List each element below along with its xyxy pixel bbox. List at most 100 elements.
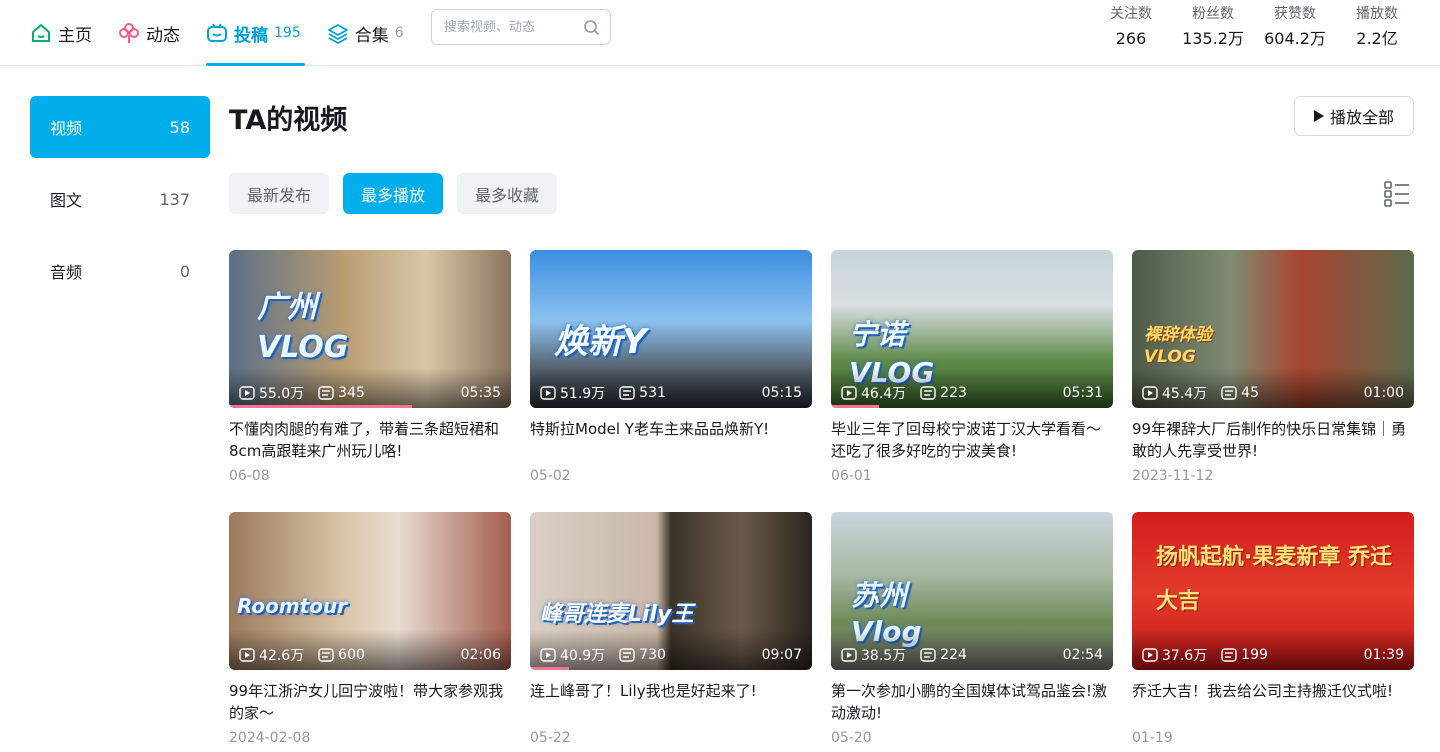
play-count-value: 37.6万 xyxy=(1162,648,1208,664)
video-card[interactable]: 扬帆起航·果麦新章 乔迁大吉 37.6万 199 01:39 乔迁大吉！我去给公… xyxy=(1132,512,1414,752)
video-duration: 09:07 xyxy=(761,647,802,663)
video-title[interactable]: 99年江浙沪女儿回宁波啦！带大家参观我的家～ xyxy=(229,680,511,724)
danmaku-icon xyxy=(1221,648,1237,662)
nav-home-label: 主页 xyxy=(58,25,92,46)
stat-followers[interactable]: 粉丝数 135.2万 xyxy=(1172,4,1254,54)
thumbnail-overlay-text: 峰哥连麦Lily王 xyxy=(540,602,694,627)
video-duration: 05:31 xyxy=(1062,385,1103,401)
search-input[interactable] xyxy=(444,19,578,35)
play-count-value: 38.5万 xyxy=(861,648,907,664)
nav-collections[interactable]: 合集 6 xyxy=(327,0,404,66)
play-count: 51.9万 xyxy=(540,383,605,403)
danmaku-icon xyxy=(619,386,635,400)
danmaku-count-value: 224 xyxy=(940,647,967,663)
play-count-icon xyxy=(239,648,255,662)
video-card[interactable]: Roomtour 42.6万 600 02:06 99年江浙沪女儿回宁波啦！带大… xyxy=(229,512,511,752)
sidebar-item-video[interactable]: 视频 58 xyxy=(30,96,210,158)
sidebar-item-article[interactable]: 图文 137 xyxy=(30,168,210,230)
nav-dynamic-label: 动态 xyxy=(146,25,180,46)
nav-dynamic[interactable]: 动态 xyxy=(118,0,180,66)
danmaku-icon xyxy=(318,386,334,400)
danmaku-count-value: 45 xyxy=(1241,385,1259,401)
stat-label: 播放数 xyxy=(1356,6,1398,22)
video-thumbnail[interactable]: 峰哥连麦Lily王 40.9万 730 09:07 xyxy=(530,512,812,670)
sidebar-item-label: 音频 xyxy=(50,263,83,282)
video-thumbnail[interactable]: 宁诺 VLOG 46.4万 223 05:31 xyxy=(831,250,1113,408)
video-thumbnail[interactable]: 扬帆起航·果麦新章 乔迁大吉 37.6万 199 01:39 xyxy=(1132,512,1414,670)
video-card[interactable]: 广州 VLOG 55.0万 345 05:35 不懂肉肉腿的有难了，带着三条超短… xyxy=(229,250,511,512)
play-count-icon xyxy=(540,648,556,662)
video-title[interactable]: 第一次参加小鹏的全国媒体试驾品鉴会!激动激动! xyxy=(831,680,1113,724)
watch-progress-bar xyxy=(530,667,570,670)
video-duration: 05:35 xyxy=(460,385,501,401)
play-count-icon xyxy=(841,648,857,662)
video-title[interactable]: 特斯拉Model Y老车主来品品焕新Y! xyxy=(530,418,812,462)
stat-value: 135.2万 xyxy=(1182,29,1244,48)
list-view-icon[interactable] xyxy=(1384,180,1410,207)
play-count: 42.6万 xyxy=(239,645,304,665)
stat-value: 2.2亿 xyxy=(1356,29,1398,48)
video-meta: 37.6万 199 01:39 xyxy=(1142,646,1404,664)
filter-latest[interactable]: 最新发布 xyxy=(229,173,330,214)
play-count: 40.9万 xyxy=(540,645,605,665)
video-thumbnail[interactable]: 焕新Y 51.9万 531 05:15 xyxy=(530,250,812,408)
danmaku-count: 730 xyxy=(619,647,666,663)
sidebar-item-count: 137 xyxy=(159,189,190,209)
nav-home[interactable]: 主页 xyxy=(30,0,92,66)
danmaku-count: 224 xyxy=(920,647,967,663)
danmaku-count: 199 xyxy=(1221,647,1268,663)
video-date: 2024-02-08 xyxy=(229,730,311,746)
danmaku-count-value: 345 xyxy=(338,385,365,401)
stat-value: 266 xyxy=(1115,29,1147,48)
video-date: 05-22 xyxy=(530,730,571,746)
video-title[interactable]: 乔迁大吉！我去给公司主持搬迁仪式啦! xyxy=(1132,680,1414,724)
play-all-button[interactable]: 播放全部 xyxy=(1294,96,1414,136)
play-count-value: 55.0万 xyxy=(259,386,305,402)
video-thumbnail[interactable]: 苏州 Vlog 38.5万 224 02:54 xyxy=(831,512,1113,670)
play-count: 38.5万 xyxy=(841,645,906,665)
sidebar-item-label: 图文 xyxy=(50,191,83,210)
danmaku-count: 531 xyxy=(619,385,666,401)
video-title[interactable]: 99年裸辞大厂后制作的快乐日常集锦｜勇敢的人先享受世界! xyxy=(1132,418,1414,462)
video-meta: 42.6万 600 02:06 xyxy=(239,646,501,664)
video-card[interactable]: 峰哥连麦Lily王 40.9万 730 09:07 连上峰哥了！Lily我也是好… xyxy=(530,512,812,752)
video-thumbnail[interactable]: 裸辞体验 VLOG 45.4万 45 01:00 xyxy=(1132,250,1414,408)
video-title[interactable]: 毕业三年了回母校宁波诺丁汉大学看看～还吃了很多好吃的宁波美食! xyxy=(831,418,1113,462)
video-card[interactable]: 宁诺 VLOG 46.4万 223 05:31 毕业三年了回母校宁波诺丁汉大学看… xyxy=(831,250,1113,512)
video-title[interactable]: 连上峰哥了！Lily我也是好起来了! xyxy=(530,680,812,724)
danmaku-count-value: 600 xyxy=(338,647,365,663)
search-icon[interactable] xyxy=(583,19,600,40)
top-bar: 主页 动态 投稿 195 合集 6 关 xyxy=(0,0,1440,66)
sort-filters: 最新发布 最多播放 最多收藏 xyxy=(229,173,571,214)
video-thumbnail[interactable]: Roomtour 42.6万 600 02:06 xyxy=(229,512,511,670)
stat-following[interactable]: 关注数 266 xyxy=(1090,4,1172,54)
video-card[interactable]: 苏州 Vlog 38.5万 224 02:54 第一次参加小鹏的全国媒体试驾品鉴… xyxy=(831,512,1113,752)
layers-icon xyxy=(327,22,349,44)
play-count-icon xyxy=(1142,648,1158,662)
video-meta: 55.0万 345 05:35 xyxy=(239,384,501,402)
video-date: 2023-11-12 xyxy=(1132,468,1214,484)
video-duration: 01:00 xyxy=(1363,385,1404,401)
video-duration: 02:06 xyxy=(460,647,501,663)
play-count: 45.4万 xyxy=(1142,383,1207,403)
play-count-value: 45.4万 xyxy=(1162,386,1208,402)
filter-most-favorited[interactable]: 最多收藏 xyxy=(457,173,558,214)
danmaku-count-value: 730 xyxy=(639,647,666,663)
video-title[interactable]: 不懂肉肉腿的有难了，带着三条超短裙和8cm高跟鞋来广州玩儿咯! xyxy=(229,418,511,462)
play-count-value: 40.9万 xyxy=(560,648,606,664)
danmaku-count-value: 223 xyxy=(940,385,967,401)
video-card[interactable]: 裸辞体验 VLOG 45.4万 45 01:00 99年裸辞大厂后制作的快乐日常… xyxy=(1132,250,1414,512)
danmaku-icon xyxy=(1221,386,1237,400)
play-count: 55.0万 xyxy=(239,383,304,403)
play-count-value: 51.9万 xyxy=(560,386,606,402)
play-count-value: 46.4万 xyxy=(861,386,907,402)
sidebar-item-audio[interactable]: 音频 0 xyxy=(30,240,210,302)
video-card[interactable]: 焕新Y 51.9万 531 05:15 特斯拉Model Y老车主来品品焕新Y!… xyxy=(530,250,812,512)
nav-collections-label: 合集 xyxy=(354,25,389,46)
nav-uploads[interactable]: 投稿 195 xyxy=(206,0,305,66)
stat-plays: 播放数 2.2亿 xyxy=(1336,4,1418,54)
filter-most-played[interactable]: 最多播放 xyxy=(343,173,444,214)
video-thumbnail[interactable]: 广州 VLOG 55.0万 345 05:35 xyxy=(229,250,511,408)
home-icon xyxy=(30,22,52,44)
video-meta: 40.9万 730 09:07 xyxy=(540,646,802,664)
